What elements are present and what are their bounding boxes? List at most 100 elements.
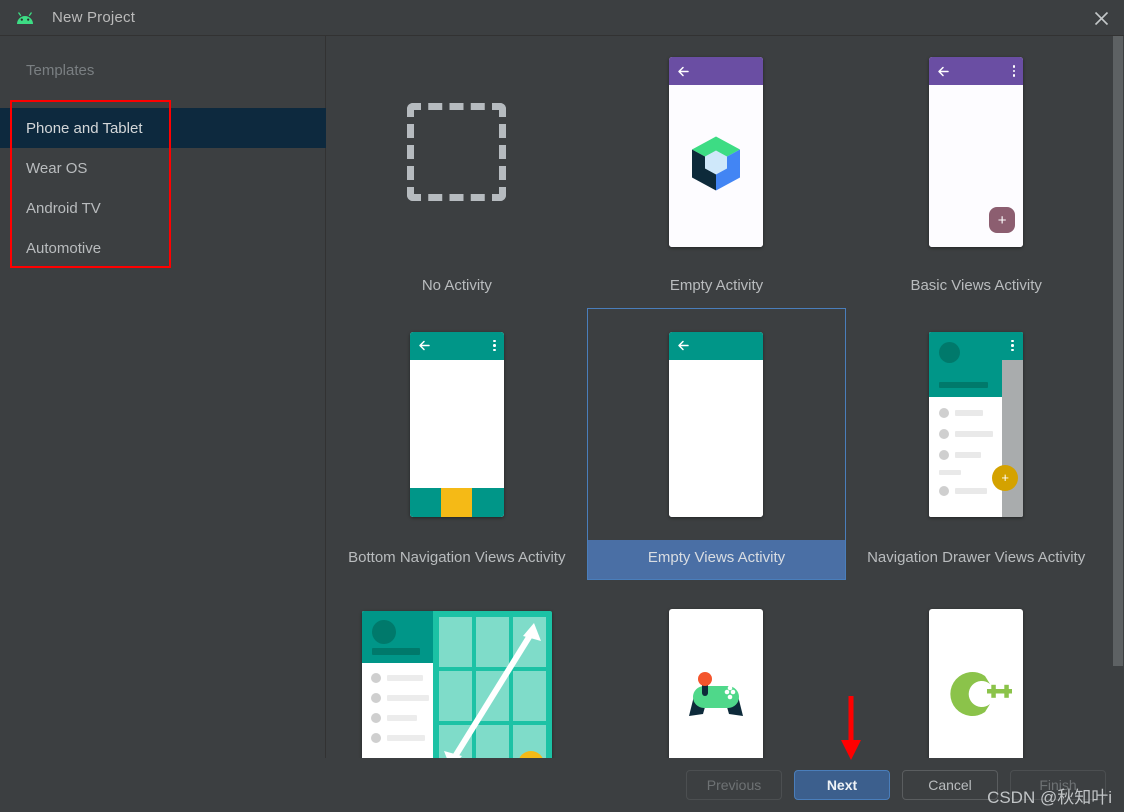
window-title-bar: New Project <box>0 0 1124 36</box>
template-card-no-activity[interactable]: No Activity <box>327 36 587 308</box>
bottom-nav-segment <box>472 487 504 517</box>
drawer-username-placeholder <box>371 648 420 655</box>
drawer-item-icon <box>370 713 381 723</box>
phone-mockup <box>669 331 764 517</box>
bottom-nav-segment <box>409 487 442 517</box>
drawer-header <box>929 331 1003 397</box>
drawer-item <box>362 693 433 703</box>
app-bar <box>409 331 504 360</box>
drawer-item-icon <box>370 673 381 683</box>
sidebar-item-android-tv[interactable]: Android TV <box>0 188 326 228</box>
drawer-item-label-placeholder <box>955 487 988 494</box>
template-card-native-cpp[interactable] <box>846 580 1106 758</box>
drawer-item <box>929 407 1002 418</box>
previous-button-label: Previous <box>706 777 762 793</box>
drawer-item-label-placeholder <box>955 451 982 458</box>
sidebar-category-list: Phone and Tablet Wear OS Android TV Auto… <box>0 108 326 268</box>
template-card-responsive-views-activity[interactable]: + <box>327 580 587 758</box>
drawer-item-label-placeholder <box>386 675 423 681</box>
bottom-nav-segment-active <box>441 487 473 517</box>
sidebar-item-label: Phone and Tablet <box>26 119 143 137</box>
template-card-bottom-navigation-views-activity[interactable]: Bottom Navigation Views Activity <box>327 308 587 580</box>
template-thumbnail: + <box>846 308 1106 540</box>
template-thumbnail <box>327 36 587 268</box>
templates-sidebar: Templates Phone and Tablet Wear OS Andro… <box>0 36 326 758</box>
android-icon <box>14 7 36 29</box>
app-bar <box>929 57 1024 85</box>
finish-button[interactable]: Finish <box>1010 770 1106 800</box>
drawer-item-label-placeholder <box>955 430 994 437</box>
template-thumbnail <box>327 308 587 540</box>
template-thumbnail <box>587 308 847 540</box>
template-card-empty-activity[interactable]: Empty Activity <box>587 36 847 308</box>
back-arrow-icon <box>677 339 690 352</box>
template-card-navigation-drawer-views-activity[interactable]: + Navigation Drawer Views Activity <box>846 308 1106 580</box>
drawer-item <box>929 449 1002 460</box>
templates-gallery: No Activity Empty Activity + Basic Views… <box>327 36 1124 758</box>
sidebar-item-wear-os[interactable]: Wear OS <box>0 148 326 188</box>
dashed-square-icon <box>407 103 507 201</box>
template-label: Empty Views Activity <box>586 540 847 580</box>
phone-content <box>409 359 504 517</box>
template-card-game-activity[interactable] <box>587 580 847 758</box>
cpp-logo-icon <box>940 663 1014 730</box>
back-arrow-icon <box>418 339 431 352</box>
scrollbar-thumb[interactable] <box>1113 36 1123 666</box>
drawer-username-placeholder <box>939 381 989 388</box>
phone-mockup <box>669 57 764 247</box>
template-thumbnail <box>846 580 1106 758</box>
avatar <box>371 620 396 644</box>
template-label: Empty Activity <box>669 277 764 294</box>
drawer-item <box>362 733 433 743</box>
sidebar-item-automotive[interactable]: Automotive <box>0 228 326 268</box>
drawer-header <box>361 611 433 663</box>
close-icon[interactable] <box>1078 0 1124 36</box>
template-thumbnail: + <box>327 580 587 758</box>
cancel-button-label: Cancel <box>928 777 972 793</box>
next-button[interactable]: Next <box>794 770 890 800</box>
floating-action-button-icon: + <box>992 464 1019 491</box>
floating-action-button-icon: + <box>989 207 1016 233</box>
drawer-item-label-placeholder <box>386 735 425 741</box>
template-label: Basic Views Activity <box>910 277 1042 294</box>
template-card-empty-views-activity[interactable]: Empty Views Activity <box>586 308 847 580</box>
phone-mockup: + <box>929 57 1024 247</box>
drawer-item-icon <box>939 407 950 418</box>
app-bar <box>669 331 764 360</box>
navigation-drawer-panel <box>929 331 1003 517</box>
drawer-divider <box>939 469 962 475</box>
sidebar-item-label: Wear OS <box>26 159 88 177</box>
template-label: No Activity <box>421 277 492 294</box>
drawer-item-icon <box>370 693 381 703</box>
tablet-mockup: + <box>361 611 552 758</box>
template-thumbnail <box>587 580 847 758</box>
game-card-mockup <box>669 608 764 758</box>
template-label: Navigation Drawer Views Activity <box>867 549 1086 566</box>
sidebar-item-label: Automotive <box>26 239 102 257</box>
phone-content <box>669 85 764 247</box>
previous-button[interactable]: Previous <box>686 770 782 800</box>
drawer-item <box>362 713 433 723</box>
overflow-menu-icon <box>1012 65 1016 77</box>
sidebar-item-label: Android TV <box>26 199 101 217</box>
template-card-basic-views-activity[interactable]: + Basic Views Activity <box>846 36 1106 308</box>
back-arrow-icon <box>677 65 690 78</box>
drawer-item <box>362 673 433 683</box>
phone-content: + <box>929 85 1024 247</box>
cancel-button[interactable]: Cancel <box>902 770 998 800</box>
drawer-item-label-placeholder <box>386 715 417 721</box>
cpp-card-mockup <box>929 608 1024 758</box>
jetpack-compose-icon <box>685 133 747 200</box>
drawer-item-label-placeholder <box>386 695 429 701</box>
drawer-item <box>929 485 1002 496</box>
back-arrow-icon <box>937 65 950 78</box>
resize-arrow-icon <box>443 623 541 758</box>
bottom-navigation-bar <box>409 487 504 517</box>
phone-mockup: + <box>929 331 1024 517</box>
finish-button-label: Finish <box>1039 777 1077 793</box>
sidebar-item-phone-and-tablet[interactable]: Phone and Tablet <box>0 108 326 148</box>
gallery-scrollbar[interactable] <box>1110 36 1124 758</box>
phone-content <box>669 359 764 517</box>
drawer-item-icon <box>939 485 950 496</box>
game-controller-icon <box>681 668 751 725</box>
